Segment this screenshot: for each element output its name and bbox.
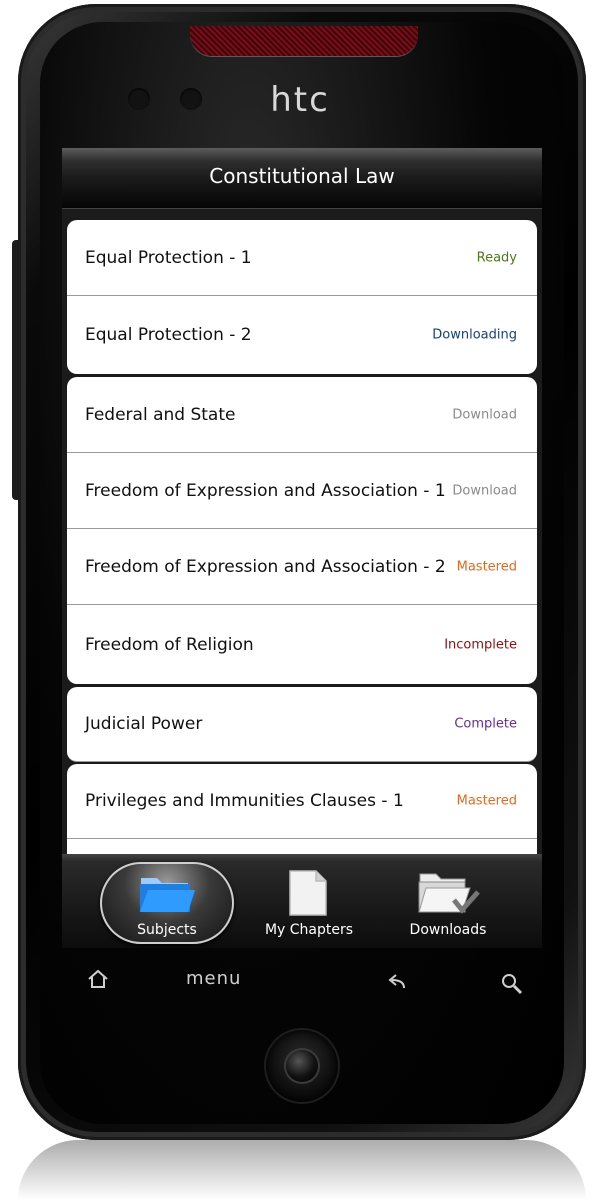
tab-downloads[interactable]: Downloads (392, 854, 504, 948)
chapter-title: Equal Protection - 1 (85, 247, 252, 268)
volume-button[interactable] (12, 240, 20, 500)
folder-open-icon (140, 878, 195, 912)
home-icon[interactable] (86, 968, 110, 990)
chapter-row[interactable]: Freedom of Expression and Association - … (67, 529, 537, 605)
chapter-status: Downloading (432, 327, 517, 343)
tab-bar: Subjects My Chapters Downloads (62, 854, 542, 948)
brand-logo: htc (270, 80, 330, 120)
chapter-status: Incomplete (444, 637, 517, 652)
chapter-list[interactable]: Equal Protection - 1 Ready Equal Protect… (67, 220, 537, 854)
search-icon[interactable] (500, 972, 524, 996)
document-icon (289, 870, 327, 916)
light-sensor (180, 88, 202, 110)
chapter-status: Ready (476, 250, 517, 265)
tab-label: Downloads (409, 922, 487, 938)
folder-download-icon (418, 873, 480, 914)
chapter-status: Mastered (456, 793, 517, 809)
trackball[interactable] (266, 1030, 338, 1102)
chapter-title: Freedom of Expression and Association - … (85, 480, 446, 501)
earpiece-speaker (190, 26, 418, 56)
chapter-row[interactable]: Freedom of Expression and Association - … (67, 453, 537, 529)
chapter-status: Complete (454, 716, 517, 732)
chapter-row[interactable]: Equal Protection - 1 Ready (67, 220, 537, 296)
page-title: Constitutional Law (209, 164, 395, 188)
phone-reflection (18, 1140, 586, 1200)
tab-label: Subjects (137, 922, 197, 938)
menu-button[interactable]: menu (186, 968, 241, 989)
back-icon[interactable] (384, 972, 410, 994)
chapter-row[interactable]: Judicial Power Complete (67, 687, 537, 762)
chapter-row[interactable]: Privileges and Immunities Clauses - 1 Ma… (67, 764, 537, 839)
tab-my-chapters[interactable]: My Chapters (252, 854, 366, 948)
chapter-row[interactable]: Freedom of Religion Incomplete (67, 605, 537, 684)
chapter-row[interactable]: Federal and State Download (67, 377, 537, 453)
front-camera (128, 88, 150, 110)
app-screen: Constitutional Law Equal Protection - 1 … (62, 148, 542, 948)
chapter-row[interactable]: Equal Protection - 2 Downloading (67, 296, 537, 374)
chapter-title: Judicial Power (85, 714, 203, 734)
title-bar: Constitutional Law (62, 148, 542, 209)
chapter-title: Federal and State (85, 404, 236, 425)
tab-subjects[interactable]: Subjects (100, 862, 234, 944)
chapter-title: Privileges and Immunities Clauses - 1 (85, 791, 404, 811)
tab-label: My Chapters (264, 922, 354, 938)
trackball-core (286, 1050, 318, 1082)
chapter-title: Freedom of Religion (85, 634, 254, 655)
chapter-title: Equal Protection - 2 (85, 325, 252, 345)
chapter-status: Mastered (456, 559, 517, 574)
chapter-status: Download (452, 407, 517, 422)
chapter-row-partial[interactable] (67, 839, 537, 854)
chapter-title: Freedom of Expression and Association - … (85, 556, 446, 577)
chapter-status: Download (452, 483, 517, 498)
